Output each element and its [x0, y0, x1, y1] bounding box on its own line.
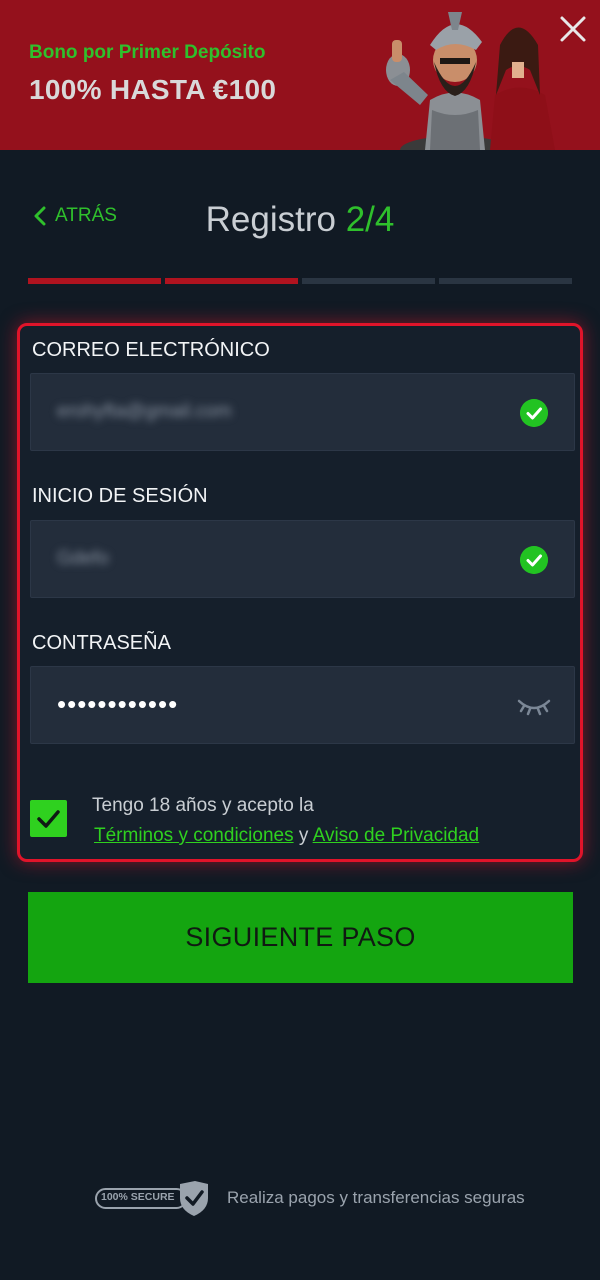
close-icon[interactable] — [556, 12, 590, 46]
registration-form: CORREO ELECTRÓNICO erohyfta@gmail.com IN… — [17, 323, 583, 862]
page-title: Registro 2/4 — [0, 200, 600, 240]
banner-subtitle: Bono por Primer Depósito — [29, 42, 266, 63]
secure-payments-footer: 100% SECURE Realiza pagos y transferenci… — [94, 1180, 525, 1216]
secure-badge: 100% SECURE — [94, 1180, 210, 1216]
privacy-notice-link[interactable]: Aviso de Privacidad — [313, 825, 480, 846]
progress-segment — [28, 278, 161, 284]
banner-title: 100% HASTA €100 — [29, 74, 277, 105]
password-value: •••••••••••• — [57, 689, 179, 719]
check-circle-icon — [520, 399, 548, 427]
terms-text: Tengo 18 años y acepto la — [92, 795, 314, 816]
terms-links: Términos y condiciones y Aviso de Privac… — [94, 825, 479, 847]
banner-characters-illustration — [386, 12, 555, 150]
checkmark-icon — [37, 810, 60, 828]
next-step-button[interactable]: SIGUIENTE PASO — [28, 892, 573, 983]
secure-payments-text: Realiza pagos y transferencias seguras — [227, 1188, 525, 1207]
email-value: erohyfta@gmail.com — [57, 401, 232, 422]
progress-segment — [165, 278, 298, 284]
progress-segment — [302, 278, 435, 284]
login-label: INICIO DE SESIÓN — [32, 485, 208, 507]
terms-checkbox[interactable] — [30, 800, 67, 837]
eye-closed-icon[interactable] — [516, 693, 552, 717]
terms-conjunction: y — [298, 825, 309, 846]
login-field[interactable]: Gdefo — [30, 520, 575, 598]
progress-segment — [439, 278, 572, 284]
step-indicator: 2/4 — [345, 200, 395, 239]
password-label: CONTRASEÑA — [32, 632, 171, 654]
page-title-text: Registro — [205, 200, 336, 239]
badge-text: 100% SECURE — [101, 1191, 175, 1203]
promo-banner[interactable]: Bono por Primer Depósito 100% HASTA €100 — [0, 0, 600, 150]
login-value: Gdefo — [57, 548, 109, 569]
registration-progress-bar — [28, 278, 572, 284]
email-field[interactable]: erohyfta@gmail.com — [30, 373, 575, 451]
terms-and-conditions-link[interactable]: Términos y condiciones — [94, 825, 294, 846]
password-field[interactable]: •••••••••••• — [30, 666, 575, 744]
check-circle-icon — [520, 546, 548, 574]
email-label: CORREO ELECTRÓNICO — [32, 339, 270, 361]
